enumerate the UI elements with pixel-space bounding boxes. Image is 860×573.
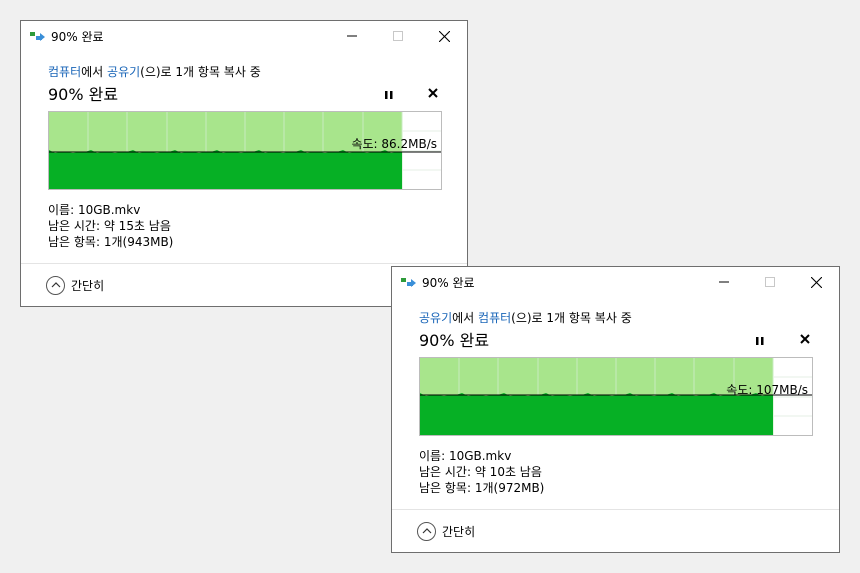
route-text: 에서: [81, 65, 108, 79]
copy-route: 컴퓨터에서 공유기(으)로 1개 항목 복사 중: [48, 63, 261, 80]
minimize-button[interactable]: [329, 21, 375, 51]
items-remaining: 남은 항목: 1개(943MB): [48, 235, 174, 249]
maximize-icon: [393, 31, 403, 41]
destination-link[interactable]: 컴퓨터: [478, 311, 511, 325]
close-window-button[interactable]: [793, 267, 839, 297]
collapse-toggle[interactable]: 간단히: [417, 520, 475, 542]
title-bar[interactable]: 90% 완료: [21, 21, 467, 51]
collapse-label: 간단히: [442, 524, 476, 539]
progress-heading: 90% 완료: [48, 85, 119, 104]
source-link[interactable]: 공유기: [419, 311, 452, 325]
divider: [21, 263, 467, 264]
cancel-button[interactable]: [797, 331, 813, 347]
close-window-button[interactable]: [421, 21, 467, 51]
file-name: 이름: 10GB.mkv: [419, 449, 512, 463]
maximize-button[interactable]: [747, 267, 793, 297]
progress-heading: 90% 완료: [419, 331, 490, 350]
minimize-button[interactable]: [701, 267, 747, 297]
copy-route: 공유기에서 컴퓨터(으)로 1개 항목 복사 중: [419, 309, 632, 326]
route-text-rest: (으)로 1개 항목 복사 중: [140, 65, 261, 79]
speed-graph: 속도: 107MB/s: [419, 357, 813, 436]
collapse-label: 간단히: [71, 278, 105, 293]
window-title: 90% 완료: [422, 276, 475, 290]
items-remaining: 남은 항목: 1개(972MB): [419, 481, 545, 495]
close-icon: [438, 30, 450, 42]
cancel-icon: [428, 88, 438, 98]
pause-button[interactable]: [753, 333, 767, 347]
title-bar[interactable]: 90% 완료: [392, 267, 839, 297]
pause-button[interactable]: [382, 87, 396, 101]
maximize-icon: [765, 277, 775, 287]
pause-icon: [756, 337, 764, 345]
copy-dialog-2: 90% 완료 공유기에서 컴퓨터(으)로 1개 항목 복사 중 90% 완료 속…: [391, 266, 840, 553]
copy-dialog-1: 90% 완료 컴퓨터에서 공유기(으)로 1개 항목 복사 중 90% 완료 속…: [20, 20, 468, 307]
chevron-up-icon: [417, 521, 436, 541]
collapse-toggle[interactable]: 간단히: [46, 274, 104, 296]
copy-transfer-icon: [30, 32, 45, 41]
route-text: 에서: [452, 311, 479, 325]
maximize-button[interactable]: [375, 21, 421, 51]
copy-transfer-icon: [401, 278, 416, 287]
pause-icon: [385, 91, 393, 99]
minimize-icon: [347, 35, 357, 37]
minimize-icon: [719, 281, 729, 283]
cancel-button[interactable]: [425, 85, 441, 101]
route-text-rest: (으)로 1개 항목 복사 중: [511, 311, 632, 325]
speed-area: [49, 149, 402, 189]
speed-graph: 속도: 86.2MB/s: [48, 111, 442, 190]
time-remaining: 남은 시간: 약 10초 남음: [419, 465, 542, 479]
divider: [392, 509, 839, 510]
speed-label: 속도: 86.2MB/s: [351, 137, 437, 151]
close-icon: [810, 276, 822, 288]
cancel-icon: [800, 334, 810, 344]
destination-link[interactable]: 공유기: [107, 65, 140, 79]
speed-label: 속도: 107MB/s: [726, 383, 808, 397]
source-link[interactable]: 컴퓨터: [48, 65, 81, 79]
chevron-up-icon: [46, 275, 65, 295]
speed-area: [420, 392, 773, 435]
window-title: 90% 완료: [51, 30, 104, 44]
time-remaining: 남은 시간: 약 15초 남음: [48, 219, 171, 233]
file-name: 이름: 10GB.mkv: [48, 203, 141, 217]
